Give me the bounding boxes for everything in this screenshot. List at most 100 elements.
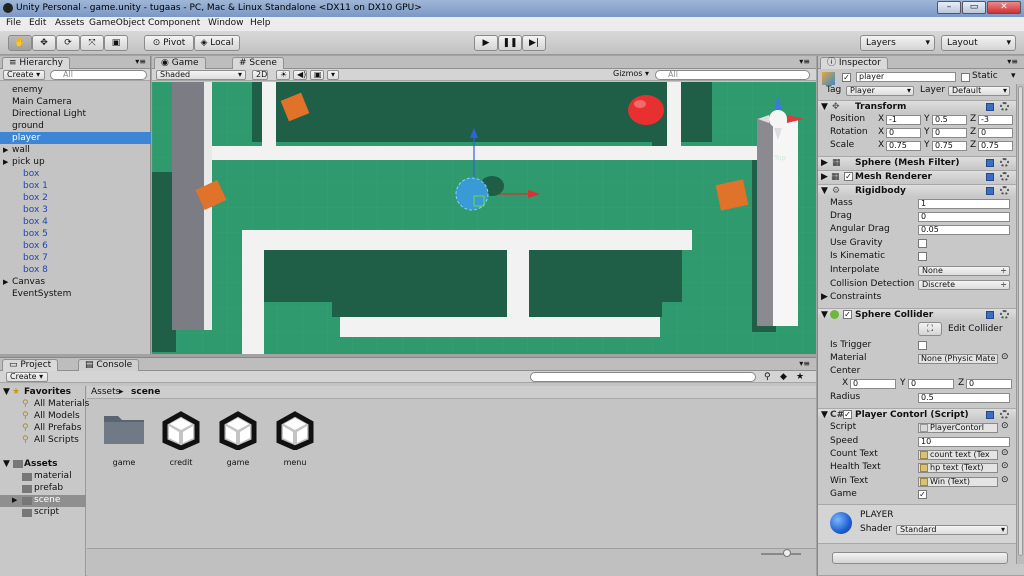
count-text-field[interactable]: count text (Tex — [918, 450, 998, 460]
menu-edit[interactable]: Edit — [29, 18, 46, 28]
constraints-arrow-icon[interactable]: ▶ — [821, 292, 828, 303]
menu-help[interactable]: Help — [250, 18, 271, 28]
breadcrumb-current[interactable]: scene — [131, 387, 160, 398]
panel-menu-icon[interactable]: ▾≡ — [799, 57, 810, 66]
object-name-field[interactable]: player — [856, 72, 956, 82]
rotation-z-field[interactable]: 0 — [978, 128, 1013, 138]
interpolate-dropdown[interactable]: None ÷ — [918, 266, 1010, 276]
menu-window[interactable]: Window — [208, 18, 244, 28]
favorite-item[interactable]: All Prefabs — [34, 423, 81, 434]
script-header[interactable]: ▼ C# ✓ Player Contorl (Script) — [818, 408, 1016, 420]
foldout-arrow-icon[interactable]: ▶ — [12, 495, 17, 506]
scale-y-field[interactable]: 0.75 — [932, 141, 967, 151]
object-picker-icon[interactable]: ⊙ — [1001, 421, 1009, 432]
hierarchy-item[interactable]: player — [0, 132, 151, 144]
play-button[interactable]: ▶ — [474, 35, 498, 51]
chevron-down-icon[interactable]: ▾ — [1011, 71, 1016, 82]
menu-gameobject[interactable]: GameObject — [89, 18, 145, 28]
script-field[interactable]: PlayerContorl — [918, 423, 998, 433]
filter-type-icon[interactable]: ⚲ — [764, 372, 771, 382]
add-component-button[interactable] — [832, 552, 1008, 564]
win-text-field[interactable]: Win (Text) — [918, 477, 998, 487]
gear-icon[interactable] — [1000, 410, 1009, 419]
favorites-arrow-icon[interactable]: ▼ — [3, 387, 10, 398]
help-book-icon[interactable] — [986, 103, 994, 111]
rotate-tool-button[interactable]: ⟳ — [56, 35, 80, 51]
hierarchy-item[interactable]: Directional Light — [0, 108, 151, 120]
use-gravity-checkbox[interactable] — [918, 239, 927, 248]
foldout-arrow-icon[interactable]: ▼ — [821, 185, 828, 197]
foldout-arrow-icon[interactable]: ▶ — [3, 276, 8, 288]
foldout-arrow-icon[interactable]: ▶ — [821, 157, 828, 169]
gear-icon[interactable] — [1000, 310, 1009, 319]
assets-arrow-icon[interactable]: ▼ — [3, 459, 10, 470]
gear-icon[interactable] — [1000, 186, 1009, 195]
object-picker-icon[interactable]: ⊙ — [1001, 461, 1009, 472]
hierarchy-create-dropdown[interactable]: Create ▾ — [3, 70, 45, 80]
script-checkbox[interactable]: ✓ — [843, 410, 852, 419]
collider-material-field[interactable]: None (Physic Mate — [918, 354, 998, 364]
scene-canvas[interactable]: Top — [152, 82, 816, 354]
panel-menu-icon[interactable]: ▾≡ — [1007, 57, 1018, 66]
collision-detection-dropdown[interactable]: Discrete ÷ — [918, 280, 1010, 290]
hierarchy-item[interactable]: EventSystem — [0, 288, 151, 300]
hierarchy-item[interactable]: box — [0, 168, 151, 180]
scale-z-field[interactable]: 0.75 — [978, 141, 1013, 151]
sphere-collider-checkbox[interactable]: ✓ — [843, 310, 852, 319]
asset-file[interactable]: game — [99, 410, 149, 470]
object-picker-icon[interactable]: ⊙ — [1001, 352, 1009, 363]
asset-file[interactable]: menu — [270, 410, 320, 470]
hierarchy-item[interactable]: ▶ wall — [0, 144, 151, 156]
tag-dropdown[interactable]: Player ▾ — [846, 86, 914, 96]
foldout-arrow-icon[interactable]: ▼ — [821, 409, 828, 421]
shading-dropdown[interactable]: Shaded ▾ — [156, 70, 246, 80]
audio-toggle[interactable]: ◀) — [293, 70, 307, 80]
tab-inspector[interactable]: ⓘ Inspector — [820, 57, 888, 69]
hierarchy-item[interactable]: Main Camera — [0, 96, 151, 108]
inspector-scrollbar[interactable] — [1016, 84, 1024, 564]
help-book-icon[interactable] — [986, 159, 994, 167]
help-book-icon[interactable] — [986, 173, 994, 181]
layers-dropdown[interactable]: Layers ▾ — [860, 35, 935, 51]
transform-header[interactable]: ▼ ✥ Transform — [818, 100, 1016, 112]
project-search-input[interactable] — [530, 372, 756, 382]
tab-project[interactable]: ▭ Project — [2, 359, 59, 371]
object-picker-icon[interactable]: ⊙ — [1001, 448, 1009, 459]
sphere-collider-header[interactable]: ▼ ✓ Sphere Collider — [818, 308, 1016, 320]
pause-button[interactable]: ❚❚ — [498, 35, 522, 51]
scene-viewport[interactable]: Top — [152, 82, 816, 354]
hierarchy-item[interactable]: ▶ pick up — [0, 156, 151, 168]
favorite-star-icon[interactable]: ★ — [796, 372, 804, 382]
favorite-item[interactable]: All Scripts — [34, 435, 79, 446]
help-book-icon[interactable] — [986, 311, 994, 319]
move-tool-button[interactable]: ✥ — [32, 35, 56, 51]
mode-2d-toggle[interactable]: 2D — [252, 70, 268, 80]
mesh-renderer-checkbox[interactable]: ✓ — [844, 172, 853, 181]
hierarchy-search-input[interactable]: All — [50, 70, 147, 80]
tab-scene[interactable]: # Scene — [232, 57, 284, 69]
menu-assets[interactable]: Assets — [55, 18, 84, 28]
active-checkbox[interactable]: ✓ — [842, 73, 851, 82]
zoom-slider-track[interactable] — [761, 553, 801, 555]
panel-menu-icon[interactable]: ▾≡ — [135, 57, 146, 66]
hierarchy-item[interactable]: box 3 — [0, 204, 151, 216]
hierarchy-item[interactable]: box 4 — [0, 216, 151, 228]
hierarchy-item[interactable]: box 5 — [0, 228, 151, 240]
panel-menu-icon[interactable]: ▾≡ — [799, 359, 810, 368]
asset-file[interactable]: game — [213, 410, 263, 470]
scale-tool-button[interactable]: ⤧ — [80, 35, 104, 51]
scene-search-input[interactable]: All — [655, 70, 810, 80]
asset-folder-item[interactable]: material — [34, 471, 72, 482]
speed-field[interactable]: 10 — [918, 437, 1010, 447]
foldout-arrow-icon[interactable]: ▼ — [821, 309, 828, 321]
constraints-label[interactable]: Constraints — [830, 292, 881, 303]
rect-tool-button[interactable]: ▣ — [104, 35, 128, 51]
is-trigger-checkbox[interactable] — [918, 341, 927, 350]
lighting-toggle[interactable]: ☀ — [276, 70, 290, 80]
hierarchy-item[interactable]: box 8 — [0, 264, 151, 276]
foldout-arrow-icon[interactable]: ▶ — [3, 156, 8, 168]
hierarchy-item[interactable]: ground — [0, 120, 151, 132]
center-z-field[interactable]: 0 — [966, 379, 1012, 389]
tab-console[interactable]: ▤ Console — [78, 359, 140, 371]
mesh-filter-header[interactable]: ▶ ▦ Sphere (Mesh Filter) — [818, 156, 1016, 168]
